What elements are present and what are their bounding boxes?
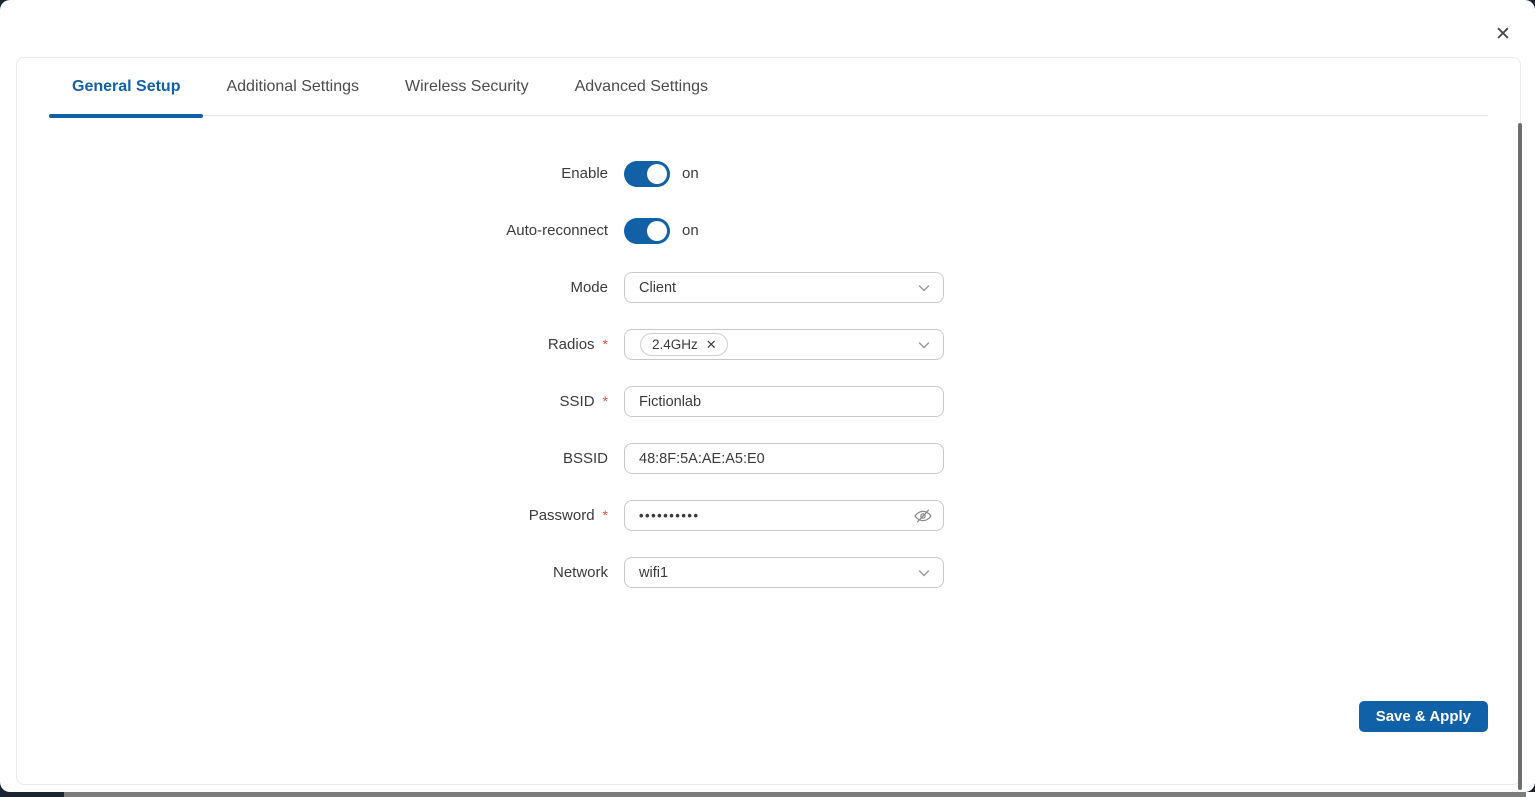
wireless-settings-modal: ✕ General Setup Additional Settings Wire… (0, 0, 1535, 792)
radio-tag-2-4ghz: 2.4GHz ✕ (640, 333, 728, 356)
tab-bar: General Setup Additional Settings Wirele… (49, 58, 1488, 116)
radios-row: Radios * 2.4GHz ✕ (17, 329, 1520, 360)
tag-remove-icon[interactable]: ✕ (706, 338, 717, 351)
password-label: Password (529, 507, 595, 524)
eye-slash-icon (913, 506, 933, 526)
required-asterisk: * (603, 507, 608, 523)
ssid-label: SSID (560, 393, 595, 410)
network-row: Network wifi1 (17, 557, 1520, 588)
auto-reconnect-label: Auto-reconnect (506, 222, 608, 239)
settings-card: General Setup Additional Settings Wirele… (16, 57, 1521, 785)
enable-label: Enable (561, 165, 608, 182)
toggle-knob (647, 221, 667, 241)
bssid-input[interactable] (624, 443, 944, 474)
bssid-label: BSSID (563, 450, 608, 467)
radios-multiselect[interactable]: 2.4GHz ✕ (624, 329, 944, 360)
mode-label: Mode (570, 279, 608, 296)
toggle-knob (647, 164, 667, 184)
auto-reconnect-row: Auto-reconnect on (17, 215, 1520, 246)
mode-row: Mode Client (17, 272, 1520, 303)
required-asterisk: * (603, 336, 608, 352)
network-label: Network (553, 564, 608, 581)
required-asterisk: * (603, 393, 608, 409)
password-input[interactable] (624, 500, 944, 531)
enable-row: Enable on (17, 158, 1520, 189)
mode-select[interactable]: Client (624, 272, 944, 303)
general-setup-form: Enable on Auto-reconnect on (17, 116, 1520, 588)
save-apply-button[interactable]: Save & Apply (1359, 701, 1488, 732)
network-select-value: wifi1 (639, 565, 668, 581)
tab-advanced-settings[interactable]: Advanced Settings (552, 58, 731, 115)
password-row: Password * (17, 500, 1520, 531)
auto-reconnect-toggle[interactable] (624, 218, 670, 244)
tab-general-setup[interactable]: General Setup (49, 58, 203, 115)
horizontal-scrollbar[interactable] (64, 792, 1526, 797)
ssid-input[interactable] (624, 386, 944, 417)
vertical-scrollbar[interactable] (1518, 123, 1522, 790)
ssid-row: SSID * (17, 386, 1520, 417)
bssid-row: BSSID (17, 443, 1520, 474)
radios-label: Radios (548, 336, 595, 353)
password-visibility-toggle[interactable] (913, 506, 933, 526)
close-icon[interactable]: ✕ (1491, 22, 1515, 46)
chevron-down-icon (917, 566, 931, 580)
tab-additional-settings[interactable]: Additional Settings (203, 58, 382, 115)
tab-wireless-security[interactable]: Wireless Security (382, 58, 552, 115)
enable-toggle-state: on (682, 165, 699, 182)
chevron-down-icon (917, 338, 931, 352)
network-select[interactable]: wifi1 (624, 557, 944, 588)
auto-reconnect-toggle-state: on (682, 222, 699, 239)
chevron-down-icon (917, 281, 931, 295)
scrollbar-corner (1526, 792, 1535, 797)
radio-tag-label: 2.4GHz (652, 337, 698, 352)
mode-select-value: Client (639, 280, 676, 296)
enable-toggle[interactable] (624, 161, 670, 187)
